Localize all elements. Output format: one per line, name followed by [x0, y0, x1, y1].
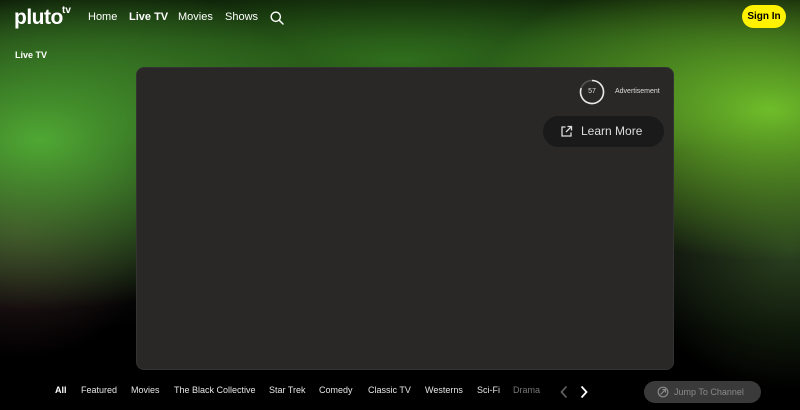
category-star-trek[interactable]: Star Trek	[269, 385, 306, 395]
sign-in-button[interactable]: Sign In	[742, 5, 786, 28]
category-featured[interactable]: Featured	[81, 385, 117, 395]
category-movies[interactable]: Movies	[131, 385, 160, 395]
learn-more-label: Learn More	[581, 124, 643, 138]
jump-to-channel-label: Jump To Channel	[674, 387, 744, 397]
chevron-left-icon[interactable]	[559, 385, 569, 399]
external-link-icon	[561, 125, 573, 137]
category-westerns[interactable]: Westerns	[425, 385, 463, 395]
advertisement-label: Advertisement	[615, 88, 660, 95]
search-icon[interactable]	[270, 11, 284, 25]
jump-to-channel-button[interactable]: Jump To Channel	[644, 381, 761, 403]
category-classic-tv[interactable]: Classic TV	[368, 385, 411, 395]
category-drama[interactable]: Drama	[513, 385, 540, 395]
top-nav: pluto tv Home Live TV Movies Shows Sign …	[0, 0, 800, 36]
page-title: Live TV	[15, 50, 48, 60]
nav-shows[interactable]: Shows	[225, 11, 258, 23]
nav-movies[interactable]: Movies	[178, 11, 213, 23]
nav-home[interactable]: Home	[88, 11, 117, 23]
category-all[interactable]: All	[55, 385, 67, 395]
learn-more-button[interactable]: Learn More	[543, 116, 664, 147]
video-player[interactable]: 57 Advertisement Learn More	[136, 67, 674, 370]
chevron-right-icon[interactable]	[579, 385, 589, 399]
ad-countdown: 57	[588, 88, 596, 95]
category-comedy[interactable]: Comedy	[319, 385, 353, 395]
category-the-black-collective[interactable]: The Black Collective	[174, 385, 256, 395]
jump-icon	[657, 386, 669, 398]
logo-tv-mark: tv	[62, 5, 71, 16]
nav-live-tv[interactable]: Live TV	[129, 11, 168, 23]
logo-wordmark: pluto	[14, 6, 63, 29]
pluto-tv-logo[interactable]: pluto tv	[14, 5, 71, 29]
category-sci-fi[interactable]: Sci-Fi	[477, 385, 500, 395]
